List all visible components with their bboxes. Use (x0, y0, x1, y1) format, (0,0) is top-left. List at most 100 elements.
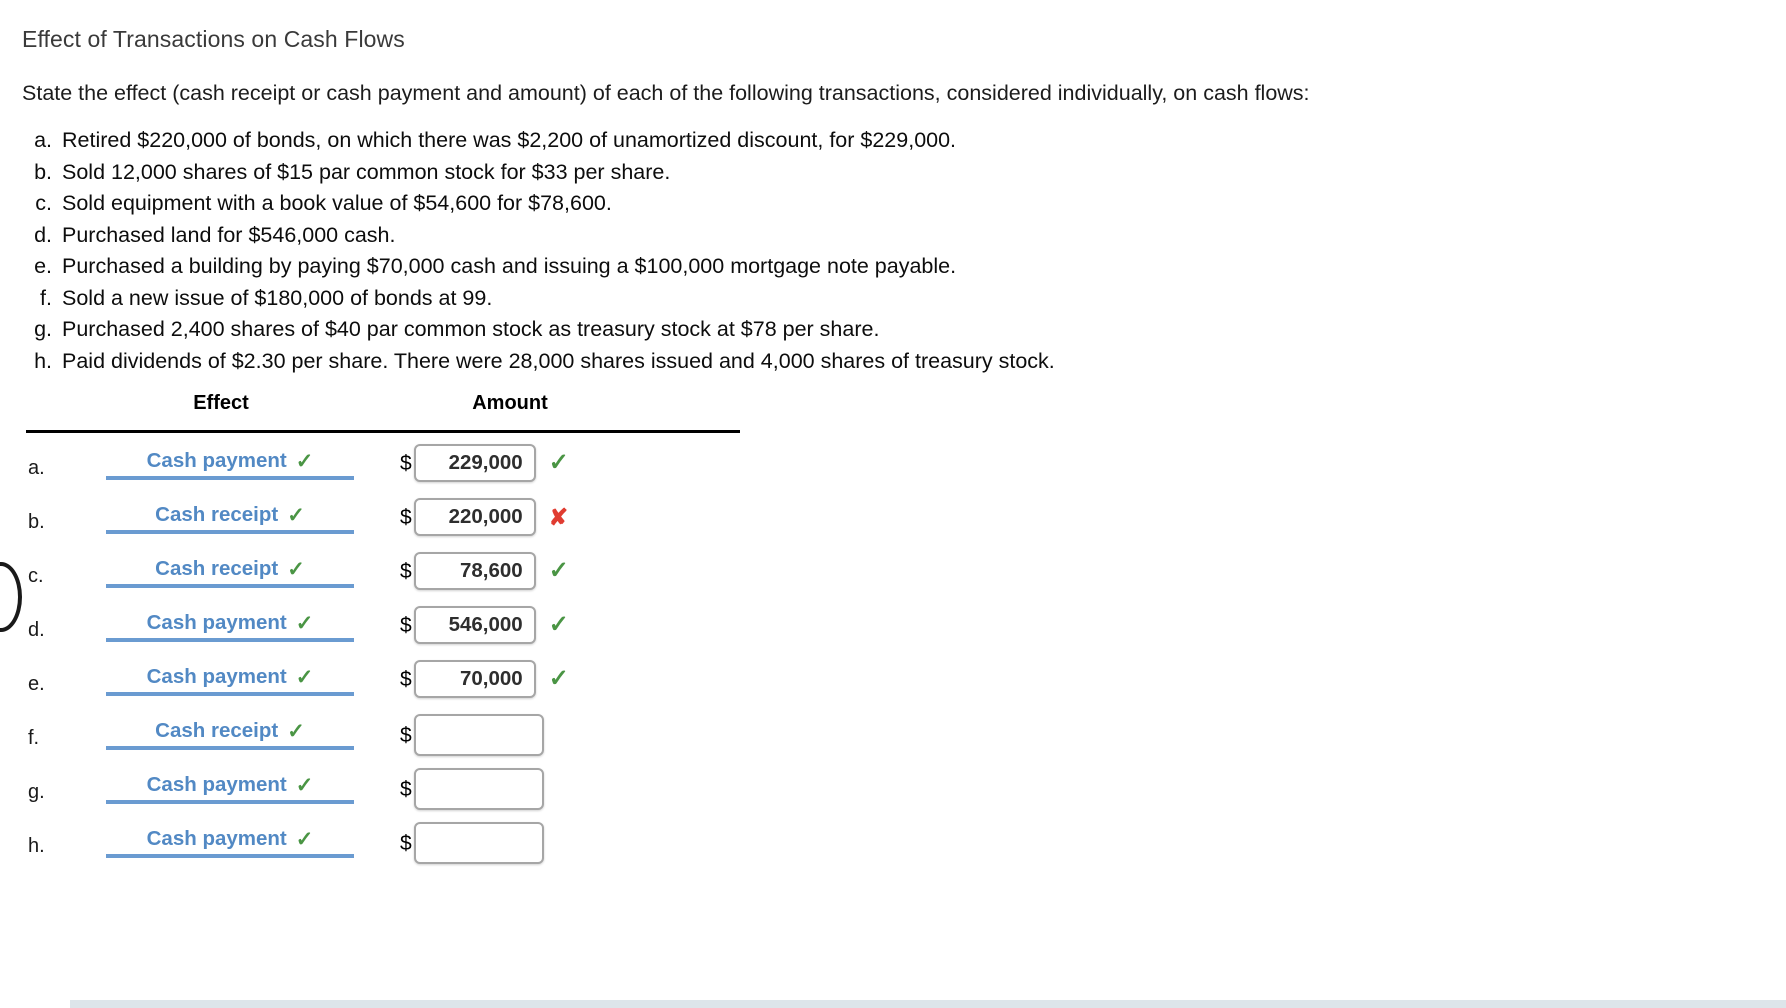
bottom-scroll-bar[interactable] (70, 1000, 1786, 1008)
list-item: d. Purchased land for $546,000 cash. (18, 220, 1518, 252)
row-letter: c. (28, 565, 44, 587)
list-item: a. Retired $220,000 of bonds, on which th… (18, 125, 1518, 157)
list-item-text: Sold equipment with a book value of $54,… (62, 191, 612, 215)
effect-select-value: Cash receipt (155, 503, 279, 526)
list-item-text: Sold 12,000 shares of $15 par common sto… (62, 159, 671, 184)
list-item-letter: a. (34, 128, 52, 152)
effect-select-value: Cash payment (146, 449, 287, 472)
effect-select[interactable]: Cash payment ✓ (106, 446, 354, 490)
answer-table: Effect Amount a. Cash payment ✓ $229,000 ✓ b.… (0, 392, 760, 874)
list-item: g. Purchased 2,400 shares of $40 par comm… (18, 314, 1518, 346)
table-row: e. Cash payment ✓ $70,000 ✓ (0, 658, 760, 712)
amount-cell: $70,000 ✓ (400, 660, 569, 698)
effect-select[interactable]: Cash payment ✓ (106, 824, 354, 868)
table-row: a. Cash payment ✓ $229,000 ✓ (0, 442, 760, 496)
check-icon: ✓ (295, 665, 314, 689)
list-item: b. Sold 12,000 shares of $15 par common s… (18, 157, 1518, 189)
check-icon: ✓ (287, 557, 305, 581)
row-letter: f. (28, 727, 40, 749)
column-header-effect: Effect (193, 392, 249, 414)
effect-select[interactable]: Cash payment ✓ (106, 662, 354, 706)
list-item-letter: h. (34, 348, 52, 373)
amount-input[interactable]: 546,000 (413, 606, 536, 644)
effect-select-value: Cash payment (146, 665, 287, 688)
currency-symbol: $ (400, 613, 412, 637)
amount-input[interactable] (413, 714, 544, 756)
table-row: c. Cash receipt ✓ $78,600 ✓ (0, 550, 760, 604)
list-item-text: Purchased 2,400 shares of $40 par common… (62, 317, 880, 341)
check-icon: ✓ (287, 503, 305, 527)
effect-select[interactable]: Cash receipt ✓ (106, 554, 354, 598)
list-item-letter: d. (34, 222, 52, 247)
currency-symbol: $ (400, 777, 412, 801)
effect-select-value: Cash receipt (155, 719, 279, 742)
row-letter: a. (28, 457, 45, 479)
amount-input[interactable]: 220,000 (413, 498, 536, 536)
table-row: b. Cash receipt ✓ $220,000 ✘ (0, 496, 760, 550)
check-icon: ✓ (548, 557, 569, 584)
column-header-amount: Amount (472, 392, 548, 414)
table-row: d. Cash payment ✓ $546,000 ✓ (0, 604, 760, 658)
list-item-letter: g. (34, 317, 52, 341)
effect-select-value: Cash payment (146, 773, 287, 796)
amount-cell: $229,000 ✓ (400, 444, 569, 482)
list-item: f. Sold a new issue of $180,000 of bonds … (18, 283, 1518, 315)
effect-select[interactable]: Cash receipt ✓ (106, 716, 354, 760)
check-icon: ✓ (287, 719, 305, 743)
instructions-paragraph: State the effect (cash receipt or cash p… (22, 81, 1310, 105)
effect-select-inner: Cash payment ✓ (106, 662, 354, 696)
list-item: e. Purchased a building by paying $70,000… (18, 251, 1518, 283)
row-letter: d. (28, 619, 45, 641)
check-icon: ✓ (548, 449, 569, 476)
list-item-text: Purchased a building by paying $70,000 c… (62, 254, 957, 278)
amount-cell: $ (400, 714, 557, 756)
amount-cell: $ (400, 822, 557, 864)
check-icon: ✓ (295, 449, 314, 473)
table-row: h. Cash payment ✓ $ (0, 820, 760, 874)
effect-select[interactable]: Cash receipt ✓ (106, 500, 354, 544)
effect-select[interactable]: Cash payment ✓ (106, 770, 354, 814)
effect-select-inner: Cash receipt ✓ (106, 500, 354, 534)
amount-input[interactable] (413, 822, 544, 864)
effect-select-inner: Cash payment ✓ (106, 608, 354, 642)
currency-symbol: $ (400, 723, 412, 747)
check-icon: ✓ (548, 611, 569, 638)
page-title: Effect of Transactions on Cash Flows (22, 26, 405, 52)
list-item-text: Purchased land for $546,000 cash. (62, 222, 396, 247)
effect-select-value: Cash receipt (155, 557, 279, 580)
row-letter: e. (28, 673, 45, 695)
effect-select-value: Cash payment (146, 827, 287, 850)
check-icon: ✓ (548, 665, 569, 692)
effect-select-inner: Cash receipt ✓ (106, 554, 354, 588)
list-item-letter: e. (34, 254, 52, 278)
check-icon: ✓ (295, 611, 314, 635)
effect-select-inner: Cash payment ✓ (106, 446, 354, 480)
list-item-letter: b. (34, 159, 52, 184)
effect-select-inner: Cash payment ✓ (106, 770, 354, 804)
table-row: f. Cash receipt ✓ $ (0, 712, 760, 766)
amount-input[interactable] (413, 768, 544, 810)
table-row: g. Cash payment ✓ $ (0, 766, 760, 820)
list-item-text: Sold a new issue of $180,000 of bonds at… (62, 285, 493, 310)
amount-cell: $ (400, 768, 557, 810)
effect-select[interactable]: Cash payment ✓ (106, 608, 354, 652)
amount-input[interactable]: 70,000 (413, 660, 536, 698)
check-icon: ✓ (295, 773, 314, 797)
amount-input[interactable]: 78,600 (413, 552, 536, 590)
currency-symbol: $ (400, 667, 412, 691)
table-body: a. Cash payment ✓ $229,000 ✓ b. Cash receipt ✓ $… (0, 430, 760, 874)
currency-symbol: $ (400, 505, 412, 529)
currency-symbol: $ (400, 451, 412, 475)
amount-input[interactable]: 229,000 (413, 444, 536, 482)
currency-symbol: $ (400, 831, 412, 855)
effect-select-value: Cash payment (146, 611, 287, 634)
amount-cell: $546,000 ✓ (400, 606, 569, 644)
list-item-text: Retired $220,000 of bonds, on which ther… (62, 128, 957, 152)
list-item: h. Paid dividends of $2.30 per share. The… (18, 346, 1518, 378)
list-item: c. Sold equipment with a book value of $5… (18, 188, 1518, 220)
row-letter: g. (28, 781, 45, 803)
transaction-list: a. Retired $220,000 of bonds, on which th… (18, 125, 1518, 377)
cross-icon: ✘ (548, 503, 568, 530)
list-item-letter: c. (35, 191, 52, 215)
effect-select-inner: Cash payment ✓ (106, 824, 354, 858)
